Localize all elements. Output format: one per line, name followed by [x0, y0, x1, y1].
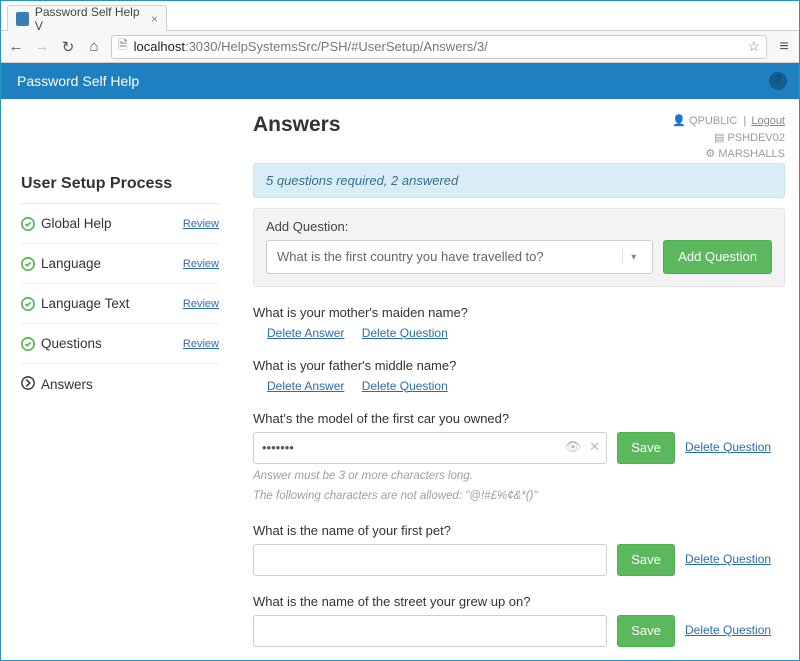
question-text: What is the name of the street your grew… — [253, 594, 785, 609]
answer-hint: The following characters are not allowed… — [253, 488, 785, 505]
sidebar-item-label: Questions — [41, 336, 102, 351]
question-select[interactable]: What is the first country you have trave… — [266, 240, 653, 274]
user-icon: 👤 — [672, 115, 686, 127]
save-button[interactable]: Save — [617, 432, 675, 464]
sidebar-item-label: Answers — [41, 377, 93, 392]
answer-input[interactable] — [253, 615, 607, 647]
user-meta: 👤 QPUBLIC | Logout ▤ PSHDEV02 ⚙ MARSHALL… — [672, 113, 785, 163]
chevron-down-icon: ▾ — [622, 248, 644, 263]
delete-question-link[interactable]: Delete Question — [685, 623, 771, 637]
user-name: QPUBLIC — [689, 115, 737, 127]
app-viewport: Password Self Help User Setup Process Gl… — [1, 63, 799, 660]
sidebar-item-label: Language Text — [41, 296, 129, 311]
server-icon: ▤ — [714, 132, 724, 144]
forward-icon[interactable]: → — [33, 38, 51, 55]
delete-question-link[interactable]: Delete Question — [685, 440, 771, 454]
eye-icon[interactable]: 👁 — [565, 439, 582, 455]
clear-icon[interactable]: ✕ — [589, 439, 600, 455]
company-icon: ⚙ — [705, 148, 715, 160]
save-button[interactable]: Save — [617, 544, 675, 576]
review-link[interactable]: Review — [183, 338, 219, 350]
review-link[interactable]: Review — [183, 218, 219, 230]
question-text: What is the name of your first pet? — [253, 523, 785, 538]
check-icon — [21, 337, 35, 351]
browser-tabstrip: Password Self Help V × — [1, 1, 799, 31]
page-title: Answers — [253, 113, 341, 137]
sidebar-item-language[interactable]: Language Review — [21, 244, 219, 284]
sidebar-item-global-help[interactable]: Global Help Review — [21, 204, 219, 244]
question-text: What's the model of the first car you ow… — [253, 411, 785, 426]
main-panel: Answers 👤 QPUBLIC | Logout ▤ PSHDEV02 — [223, 107, 789, 660]
logout-link[interactable]: Logout — [751, 115, 785, 127]
question-text: What is your father's middle name? — [253, 358, 785, 373]
answer-input[interactable] — [253, 544, 607, 576]
app-title: Password Self Help — [17, 73, 139, 89]
server-name: PSHDEV02 — [728, 132, 785, 144]
delete-question-link[interactable]: Delete Question — [685, 552, 771, 566]
home-icon[interactable]: ⌂ — [85, 38, 103, 55]
check-icon — [21, 297, 35, 311]
address-bar[interactable]: 🗎 localhost:3030/HelpSystemsSrc/PSH/#Use… — [111, 35, 767, 59]
delete-answer-link[interactable]: Delete Answer — [267, 326, 344, 340]
add-question-label: Add Question: — [266, 219, 772, 234]
favicon-icon — [16, 12, 29, 26]
unanswered-question: What is the name of the street your grew… — [253, 594, 785, 647]
add-question-panel: Add Question: What is the first country … — [253, 208, 785, 287]
sidebar-title: User Setup Process — [21, 169, 219, 203]
browser-toolbar: ← → ↻ ⌂ 🗎 localhost:3030/HelpSystemsSrc/… — [1, 31, 799, 63]
review-link[interactable]: Review — [183, 298, 219, 310]
question-select-value: What is the first country you have trave… — [277, 249, 544, 264]
answered-question: What is your father's middle name? Delet… — [253, 358, 785, 393]
browser-tab-title: Password Self Help V — [35, 5, 141, 33]
url-path: :3030/HelpSystemsSrc/PSH/#UserSetup/Answ… — [185, 39, 488, 54]
answer-input[interactable]: ••••••• 👁 ✕ — [253, 432, 607, 464]
question-text: What is your mother's maiden name? — [253, 305, 785, 320]
delete-question-link[interactable]: Delete Question — [362, 326, 448, 340]
editing-question: What's the model of the first car you ow… — [253, 411, 785, 505]
sidebar-item-language-text[interactable]: Language Text Review — [21, 284, 219, 324]
delete-answer-link[interactable]: Delete Answer — [267, 379, 344, 393]
reload-icon[interactable]: ↻ — [59, 38, 77, 56]
sidebar-item-label: Language — [41, 256, 101, 271]
app-header: Password Self Help — [1, 63, 799, 99]
arrow-right-icon — [21, 376, 35, 393]
sidebar: User Setup Process Global Help Review La… — [11, 107, 223, 660]
save-button[interactable]: Save — [617, 615, 675, 647]
help-icon[interactable] — [769, 72, 787, 90]
sidebar-item-answers[interactable]: Answers — [21, 364, 219, 404]
sidebar-item-label: Global Help — [41, 216, 112, 231]
browser-window: — ☐ ✕ Password Self Help V × ← → ↻ ⌂ 🗎 l… — [0, 0, 800, 661]
browser-menu-icon[interactable]: ≡ — [775, 38, 793, 56]
answered-question: What is your mother's maiden name? Delet… — [253, 305, 785, 340]
page-icon: 🗎 — [118, 36, 128, 57]
sidebar-item-questions[interactable]: Questions Review — [21, 324, 219, 364]
status-alert: 5 questions required, 2 answered — [253, 163, 785, 198]
back-icon[interactable]: ← — [7, 38, 25, 55]
unanswered-question: What is the name of your first pet? Save… — [253, 523, 785, 576]
browser-tab[interactable]: Password Self Help V × — [7, 5, 167, 31]
bookmark-star-icon[interactable]: ☆ — [747, 38, 760, 55]
check-icon — [21, 257, 35, 271]
answer-hint: Answer must be 3 or more characters long… — [253, 468, 785, 485]
answer-input-value: ••••••• — [262, 440, 294, 455]
company-name: MARSHALLS — [718, 148, 785, 160]
url-host: localhost — [134, 39, 185, 54]
tab-close-icon[interactable]: × — [151, 12, 158, 26]
add-question-button[interactable]: Add Question — [663, 240, 772, 274]
review-link[interactable]: Review — [183, 258, 219, 270]
delete-question-link[interactable]: Delete Question — [362, 379, 448, 393]
check-icon — [21, 217, 35, 231]
